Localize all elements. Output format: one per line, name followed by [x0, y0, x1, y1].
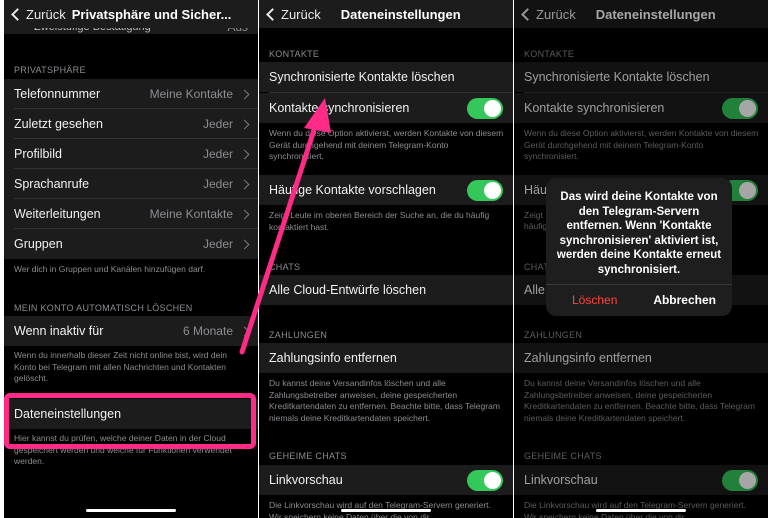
arrow-shaft [239, 121, 319, 355]
arrow-head-icon [304, 98, 331, 133]
annotation-arrow [239, 98, 331, 355]
